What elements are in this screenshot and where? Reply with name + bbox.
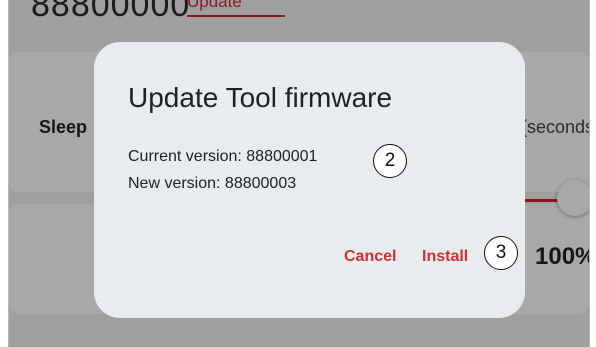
update-firmware-dialog: Update Tool firmware Current version: 88…: [94, 42, 525, 318]
cancel-button[interactable]: Cancel: [344, 248, 396, 266]
callout-marker: 3: [484, 236, 518, 270]
current-version-text: Current version: 88800001: [128, 148, 318, 165]
dialog-title: Update Tool firmware: [128, 82, 393, 113]
callout-marker: 2: [373, 144, 407, 178]
app-screen: 88800000 Update Sleep (seconds) 100% Upd…: [8, 0, 590, 347]
new-version-text: New version: 88800003: [128, 175, 297, 192]
install-button[interactable]: Install: [422, 248, 468, 266]
